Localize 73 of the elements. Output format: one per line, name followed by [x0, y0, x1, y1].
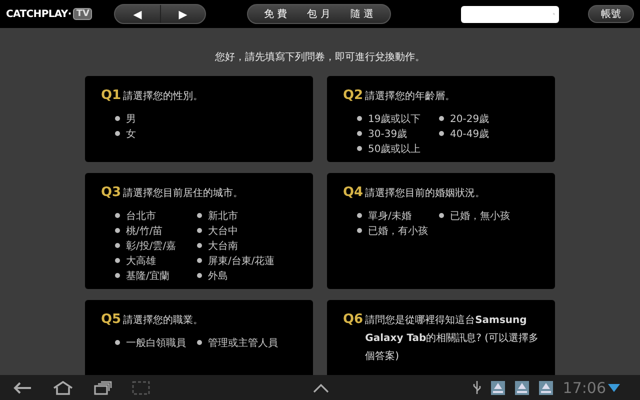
radio-button[interactable] [357, 146, 362, 151]
option-label: 大台中 [208, 224, 238, 238]
option-label: 已婚，無小孩 [450, 210, 510, 222]
radio-button[interactable] [439, 131, 444, 136]
radio-button[interactable] [115, 228, 120, 233]
radio-button[interactable] [197, 258, 202, 263]
question-number: Q5 [101, 312, 122, 328]
option-label: 單身/未婚 [368, 210, 412, 222]
category-tab[interactable]: 免 費 [254, 5, 298, 23]
recent-apps-icon[interactable] [94, 380, 112, 394]
option-label: 新北市 [208, 210, 238, 222]
radio-button[interactable] [197, 273, 202, 278]
radio-button[interactable] [115, 116, 120, 121]
radio-button[interactable] [115, 213, 120, 218]
logo-text: CATCHPLAY· [6, 8, 72, 20]
clock: 17:06 [562, 378, 606, 396]
account-button[interactable]: 帳號 [588, 5, 634, 23]
option-label: 管理或主管人員 [208, 336, 278, 350]
option-label: 30-39歲 [368, 128, 408, 140]
question-number: Q6 [343, 312, 364, 328]
logo-badge: TV [73, 8, 92, 20]
question-title: 請選擇您的職業。 [123, 314, 204, 328]
radio-button[interactable] [115, 273, 120, 278]
question-number: Q4 [343, 185, 364, 201]
radio-button[interactable] [197, 213, 202, 218]
question-title: 請選擇您目前的婚姻狀況。 [365, 186, 486, 201]
radio-button[interactable] [115, 340, 120, 345]
option-label: 20-29歲 [450, 112, 490, 126]
question-number: Q3 [101, 185, 122, 201]
option-label: 50歲或以上 [368, 142, 421, 156]
option-label: 40-49歲 [450, 128, 490, 140]
option-label: 男 [126, 112, 136, 126]
wifi-icon [608, 382, 620, 392]
question-title: 請選擇您目前居住的城市。 [123, 186, 244, 201]
category-tab[interactable]: 隨 選 [340, 5, 384, 23]
option-label: 19歲或以下 [368, 112, 421, 126]
radio-button[interactable] [115, 243, 120, 248]
option-label: 台北市 [126, 210, 156, 222]
home-icon[interactable] [52, 380, 74, 394]
radio-button[interactable] [357, 228, 362, 233]
option-label: 外島 [208, 270, 228, 282]
option-label: 彰/投/雲/嘉 [126, 240, 176, 252]
next-button[interactable]: ▶ [160, 5, 205, 23]
radio-button[interactable] [357, 213, 362, 218]
option-label: 大高雄 [126, 254, 156, 268]
radio-button[interactable] [197, 243, 202, 248]
category-tab[interactable]: 包 月 [297, 5, 340, 23]
radio-button[interactable] [197, 228, 202, 233]
option-label: 女 [126, 128, 136, 140]
question-title: 請選擇您的年齡層。 [365, 90, 456, 104]
radio-button[interactable] [357, 131, 362, 136]
radio-button[interactable] [439, 213, 444, 218]
option-label: 一般白領職員 [126, 336, 186, 350]
radio-button[interactable] [357, 116, 362, 121]
question-title: 請選擇您的性別。 [123, 90, 204, 104]
radio-button[interactable] [115, 131, 120, 136]
radio-button[interactable] [115, 258, 120, 263]
option-label: 桃/竹/苗 [126, 224, 163, 238]
option-label: 大台南 [208, 240, 238, 252]
radio-button[interactable] [439, 116, 444, 121]
question-number: Q1 [101, 88, 122, 104]
usb-icon [472, 380, 481, 394]
option-label: 基隆/宜蘭 [126, 270, 170, 282]
option-label: 屏東/台東/花蓮 [208, 254, 275, 268]
option-label: 已婚，有小孩 [368, 224, 428, 238]
caret-up-icon[interactable] [313, 382, 330, 392]
search-field[interactable] [460, 6, 559, 22]
previous-button[interactable]: ◀ [115, 5, 160, 23]
question-title: 請問您是從哪裡得知這台Samsung Galaxy Tab的相關訊息? (可以選擇多個答案) [365, 314, 540, 364]
back-icon[interactable] [12, 380, 32, 394]
question-number: Q2 [343, 88, 364, 104]
intro-text: 您好，請先填寫下列問卷，即可進行兌換動作。 [215, 50, 425, 64]
radio-button[interactable] [197, 340, 202, 345]
